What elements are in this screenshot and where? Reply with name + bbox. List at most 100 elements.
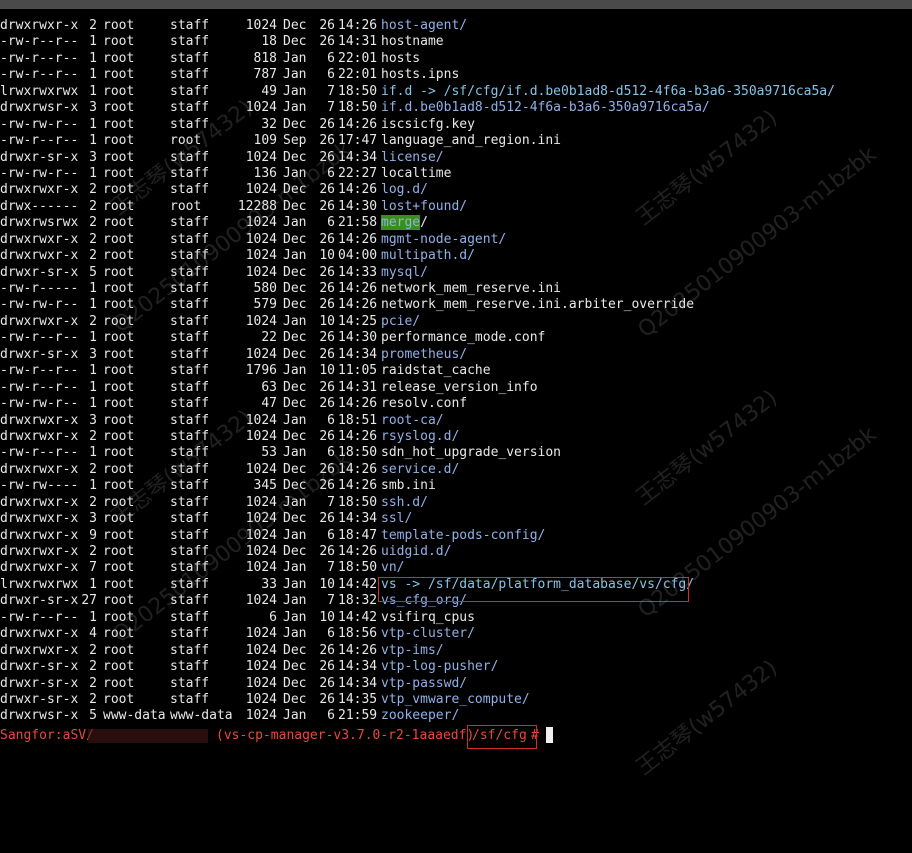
month-cell: Dec [283,149,307,165]
month-cell: Dec [283,396,307,412]
day-cell: 6 [327,412,335,428]
owner-cell: root [103,511,135,527]
size-cell: 1024 [245,708,277,724]
time-cell: 14:35 [338,691,378,707]
day-cell: 10 [319,576,335,592]
perm-cell: -rw-r--r-- [0,379,79,395]
links-cell: 2 [89,182,97,198]
owner-cell: root [103,379,135,395]
group-cell: www-data [170,708,233,724]
perm-cell: drwxrwxr-x [0,231,79,247]
links-cell: 2 [89,675,97,691]
prompt-host: Sangfor:aSV/ [0,728,94,743]
shell-prompt[interactable]: Sangfor:aSV/ (vs-cp-manager-v3.7.0-r2-1a… [0,727,912,745]
time-cell: 17:47 [338,133,378,149]
size-cell: 53 [261,445,277,461]
perm-cell: drwxr-sr-x [0,675,79,691]
listing-row: drwxr-sr-x 2 root staff 1024 Dec 26 14:35 vtp_vm… [0,692,912,708]
month-cell: Jan [283,626,307,642]
time-cell: 14:26 [338,231,378,247]
owner-cell: root [103,560,135,576]
entry-name: language_and_region.ini [381,133,562,149]
time-cell: 22:27 [338,165,378,181]
redacted-username [88,729,208,743]
links-cell: 1 [89,478,97,494]
perm-cell: drwxrwxr-x [0,511,79,527]
month-cell: Jan [283,165,307,181]
day-cell: 7 [327,83,335,99]
listing-row: drwxr-sr-x 27 root staff 1024 Jan 7 18:32 vs_cfg… [0,593,912,609]
listing-row: drwxr-sr-x 2 root staff 1024 Dec 26 14:34 vtp-pa… [0,676,912,692]
links-cell: 2 [89,231,97,247]
month-cell: Jan [283,412,307,428]
group-cell: staff [170,67,210,83]
owner-cell: root [103,626,135,642]
group-cell: staff [170,363,210,379]
day-cell: 26 [319,198,335,214]
listing-row: drwxrwxr-x 7 root staff 1024 Jan 7 18:50 vn/ [0,560,912,576]
time-cell: 14:34 [338,346,378,362]
month-cell: Jan [283,560,307,576]
group-cell: staff [170,18,210,33]
day-cell: 10 [319,313,335,329]
owner-cell: root [103,396,135,412]
size-cell: 1024 [245,231,277,247]
owner-cell: root [103,445,135,461]
time-cell: 14:33 [338,264,378,280]
entry-name: resolv.conf [381,396,468,412]
links-cell: 1 [89,50,97,66]
perm-cell: drwxr-sr-x [0,264,79,280]
day-cell: 6 [327,165,335,181]
size-cell: 579 [253,297,277,313]
entry-name: pcie/ [381,313,421,329]
month-cell: Jan [283,609,307,625]
group-cell: staff [170,50,210,66]
name-cell: rsyslog.d/ [381,429,459,445]
group-cell: staff [170,330,210,346]
size-cell: 1024 [245,100,277,116]
month-cell: Dec [283,198,307,214]
group-cell: staff [170,297,210,313]
terminal-output[interactable]: drwxrwxr-x 2 root staff 1024 Dec 26 14:26 host-a… [0,18,912,725]
name-cell: lost+found/ [381,199,467,215]
group-cell: staff [170,675,210,691]
listing-row: drwxrwxr-x 2 root staff 1024 Dec 26 14:26 vtp-im… [0,643,912,659]
listing-row: drwxrwxr-x 2 root staff 1024 Dec 26 14:26 servic… [0,462,912,478]
size-cell: 1024 [245,18,277,33]
listing-row: -rw-rw-r-- 1 root staff 47 Dec 26 14:26 resolv.c… [0,396,912,412]
name-cell: resolv.conf [381,396,467,412]
group-cell: staff [170,346,210,362]
prompt-path: /sf/cfg [472,728,527,743]
time-cell: 14:42 [338,609,378,625]
entry-name: performance_mode.conf [381,330,546,346]
month-cell: Jan [283,215,307,231]
group-cell: staff [170,642,210,658]
perm-cell: -rw-r----- [0,281,79,296]
group-cell: staff [170,609,210,625]
group-cell: staff [170,544,210,559]
name-cell: log.d/ [381,182,428,198]
prompt-environment: (vs-cp-manager-v3.7.0-r2-1aaaedf) [216,728,475,743]
listing-row: drwxrwxr-x 2 root staff 1024 Jan 10 14:25 pcie/ [0,314,912,330]
owner-cell: root [103,527,135,543]
size-cell: 1024 [245,346,277,362]
month-cell: Jan [283,50,307,66]
perm-cell: -rw-r--r-- [0,609,79,625]
listing-row: drwxr-sr-x 2 root staff 1024 Dec 26 14:34 vtp-lo… [0,659,912,675]
name-cell: vtp-ims/ [381,643,444,659]
month-cell: Dec [283,478,307,494]
day-cell: 26 [319,659,335,675]
size-cell: 32 [261,116,277,132]
perm-cell: drwxrwxr-x [0,18,79,33]
entry-name: license/ [381,149,444,165]
size-cell: 1024 [245,560,277,576]
entry-name: vtp_vmware_compute/ [381,691,530,707]
listing-row: -rw-r--r-- 1 root staff 53 Jan 6 18:50 sdn_hot_u… [0,445,912,461]
day-cell: 26 [319,264,335,280]
listing-row: drwxrwxr-x 2 root staff 1024 Jan 7 18:50 ssh.d/ [0,495,912,511]
group-cell: staff [170,478,210,494]
listing-row: -rw-r--r-- 1 root staff 6 Jan 10 14:42 vsifirq_c… [0,610,912,626]
day-cell: 26 [319,461,335,477]
entry-name: ssl/ [381,511,413,527]
entry-name: iscsicfg.key [381,116,475,132]
